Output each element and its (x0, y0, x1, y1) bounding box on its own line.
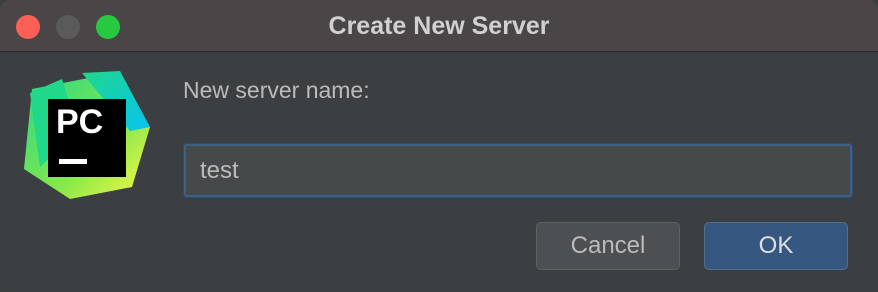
pycharm-logo-icon: PC (24, 71, 150, 199)
logo-text: PC (56, 103, 103, 141)
server-name-input-wrapper[interactable] (184, 144, 852, 197)
server-name-input[interactable] (186, 146, 850, 195)
dialog-content: PC New server name: Cancel OK (0, 53, 878, 292)
dialog-title: Create New Server (328, 12, 550, 40)
ok-button[interactable]: OK (704, 222, 848, 270)
cancel-button[interactable]: Cancel (536, 222, 680, 270)
title-bar: Create New Server (0, 0, 878, 52)
server-name-label: New server name: (183, 77, 370, 103)
create-new-server-dialog: Create New Server PC New server name: te… (0, 0, 878, 292)
